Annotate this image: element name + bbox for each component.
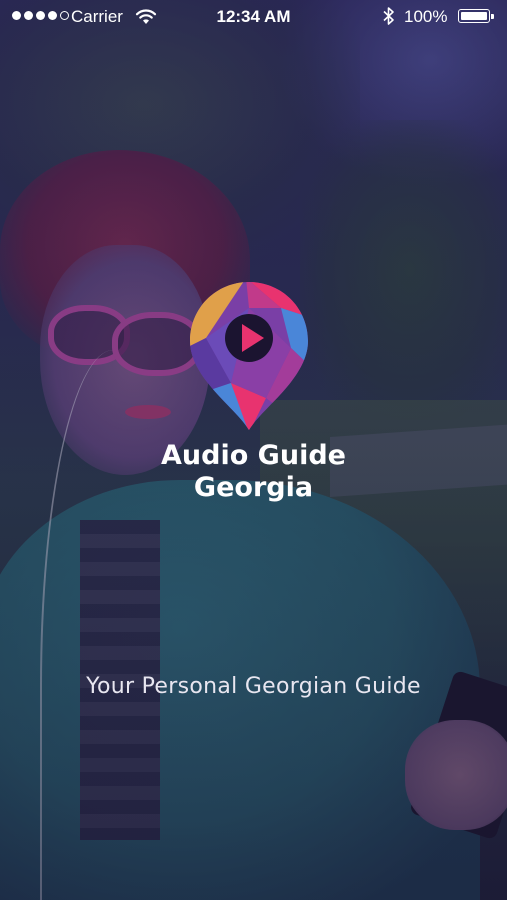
battery-level xyxy=(461,12,487,20)
battery-percentage: 100% xyxy=(404,7,448,26)
bluetooth-icon xyxy=(383,6,395,31)
battery-tip xyxy=(491,14,494,19)
app-title: Audio Guide Georgia xyxy=(0,440,507,504)
battery-icon xyxy=(458,9,490,23)
splash-screen: Carrier 12:34 AM 100% Audio Guide Georgi… xyxy=(0,0,507,900)
app-title-line1: Audio Guide xyxy=(161,440,346,471)
status-bar: Carrier 12:34 AM 100% xyxy=(0,0,507,34)
tagline: Your Personal Georgian Guide xyxy=(86,674,421,699)
map-pin-play-icon xyxy=(186,278,312,433)
app-title-line2: Georgia xyxy=(193,472,314,503)
